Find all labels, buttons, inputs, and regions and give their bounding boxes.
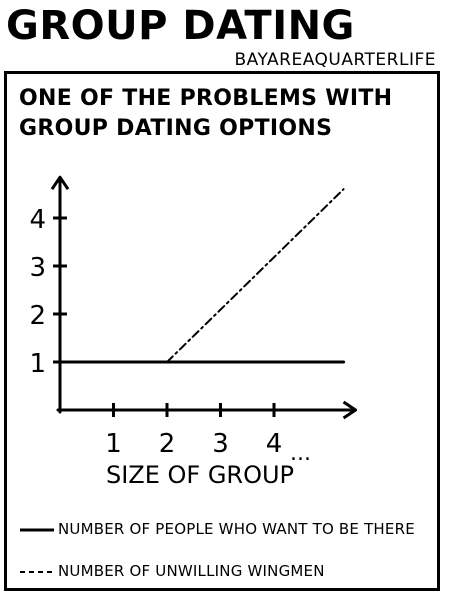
y-tick-label: 2 xyxy=(29,301,46,331)
x-tick-label: 2 xyxy=(159,429,176,459)
legend-label-people: NUMBER OF PEOPLE WHO WANT TO BE THERE xyxy=(58,520,415,538)
line-chart: 12341 2 3 4... SIZE OF GROUP xyxy=(29,175,358,489)
x-axis-label: SIZE OF GROUP xyxy=(106,461,294,489)
x-tick-label: 4 xyxy=(266,429,283,459)
series-line-wingmen xyxy=(166,188,345,363)
y-tick-label: 4 xyxy=(29,205,46,235)
legend-item-wingmen: NUMBER OF UNWILLING WINGMEN xyxy=(20,562,325,580)
x-tick-label: 3 xyxy=(212,429,229,459)
y-tick-label: 3 xyxy=(29,253,46,283)
y-tick-label: 1 xyxy=(29,349,46,379)
legend-item-people: NUMBER OF PEOPLE WHO WANT TO BE THERE xyxy=(20,520,415,538)
x-tick-label: 1 xyxy=(105,429,122,459)
legend-label-wingmen: NUMBER OF UNWILLING WINGMEN xyxy=(58,562,325,580)
